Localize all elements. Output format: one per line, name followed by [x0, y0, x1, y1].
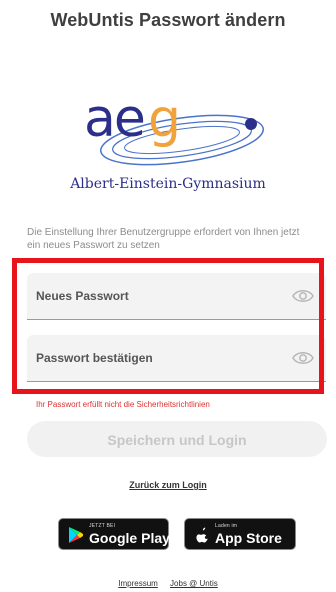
- impressum-link[interactable]: Impressum: [118, 579, 158, 588]
- google-play-small-text: JETZT BEI: [89, 523, 116, 529]
- apple-icon: [196, 527, 208, 543]
- google-play-badge[interactable]: JETZT BEI Google Play: [58, 518, 170, 550]
- eye-icon[interactable]: [292, 287, 314, 305]
- app-store-small-text: Laden im: [215, 523, 238, 529]
- info-text: Die Einstellung Ihrer Benutzergruppe erf…: [27, 227, 300, 251]
- back-to-login-link[interactable]: Zurück zum Login: [0, 480, 336, 490]
- save-and-login-button[interactable]: Speichern und Login: [27, 421, 327, 457]
- google-play-text: Google Play: [89, 530, 170, 546]
- school-name: Albert-Einstein-Gymnasium: [70, 176, 266, 192]
- svg-text:g: g: [148, 89, 181, 149]
- new-password-field[interactable]: Neues Passwort: [27, 273, 326, 320]
- google-play-icon: [69, 527, 83, 543]
- new-password-label: Neues Passwort: [36, 289, 129, 303]
- error-message: Ihr Passwort erfüllt nicht die Sicherhei…: [36, 400, 210, 409]
- app-store-text: App Store: [215, 530, 282, 546]
- svg-text:ae: ae: [84, 89, 144, 149]
- app-store-badge[interactable]: Laden im App Store: [184, 518, 296, 550]
- footer: Impressum Jobs @ Untis: [0, 579, 336, 588]
- jobs-link[interactable]: Jobs @ Untis: [170, 579, 218, 588]
- confirm-password-field[interactable]: Passwort bestätigen: [27, 335, 326, 382]
- confirm-password-label: Passwort bestätigen: [36, 351, 153, 365]
- eye-icon[interactable]: [292, 349, 314, 367]
- page-title: WebUntis Passwort ändern: [50, 10, 286, 30]
